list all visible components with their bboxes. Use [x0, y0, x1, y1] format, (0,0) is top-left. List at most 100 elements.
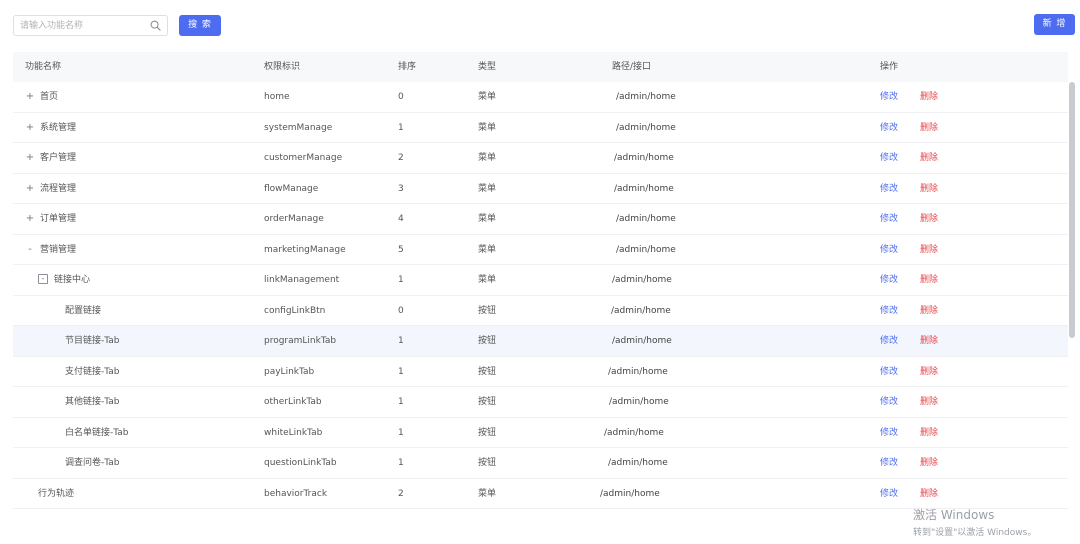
- row-name-cell: + 订单管理: [25, 204, 76, 234]
- table-row[interactable]: + 首页 home 0 菜单/admin/home 修改 删除: [13, 82, 1068, 113]
- row-name-cell: - 链接中心: [38, 265, 90, 295]
- edit-link[interactable]: 修改: [880, 306, 898, 316]
- row-sort: 1: [398, 458, 404, 468]
- add-button[interactable]: 新 增: [1034, 14, 1075, 35]
- delete-link[interactable]: 删除: [920, 306, 938, 316]
- column-header-permission: 权限标识: [264, 62, 301, 72]
- edit-link[interactable]: 修改: [880, 489, 898, 499]
- delete-link[interactable]: 删除: [920, 458, 938, 468]
- table-row[interactable]: - 链接中心 linkManagement 1 菜单/admin/home 修改 删除: [13, 265, 1068, 296]
- row-permission: systemManage: [264, 122, 333, 133]
- expand-icon[interactable]: +: [25, 113, 35, 143]
- row-actions: 修改 删除: [880, 326, 938, 356]
- row-name-cell: 支付链接-Tab: [65, 357, 119, 387]
- table-row[interactable]: 其他链接-Tab otherLinkTab 1 按钮/admin/home 修改 删除: [13, 387, 1068, 418]
- row-name: 其他链接-Tab: [65, 397, 120, 407]
- row-type: 按钮: [478, 305, 497, 316]
- row-type: 菜单: [478, 488, 497, 499]
- delete-link[interactable]: 删除: [920, 92, 938, 102]
- expand-icon[interactable]: +: [25, 143, 35, 173]
- collapse-icon[interactable]: -: [38, 273, 48, 284]
- delete-link[interactable]: 删除: [920, 367, 938, 377]
- row-permission: otherLinkTab: [264, 397, 322, 407]
- delete-link[interactable]: 删除: [920, 153, 938, 163]
- row-path: /admin/home: [600, 488, 660, 499]
- row-name: 链接中心: [54, 275, 91, 285]
- row-name: 系统管理: [40, 122, 77, 133]
- table-row[interactable]: 白名单链接-Tab whiteLinkTab 1 按钮/admin/home 修改 删除: [13, 418, 1068, 448]
- search-icon[interactable]: [150, 20, 161, 31]
- edit-link[interactable]: 修改: [880, 153, 898, 163]
- row-actions: 修改 删除: [880, 418, 938, 448]
- table-row[interactable]: - 营销管理 marketingManage 5 菜单/admin/home 修改 删除: [13, 235, 1068, 265]
- row-path: /admin/home: [616, 122, 676, 133]
- delete-link[interactable]: 删除: [920, 275, 938, 285]
- row-permission: programLinkTab: [264, 336, 337, 346]
- edit-link[interactable]: 修改: [880, 92, 898, 102]
- toolbar: 搜 索 新 增: [0, 0, 1080, 50]
- table-row[interactable]: 调查问卷-Tab questionLinkTab 1 按钮/admin/home 修改 删…: [13, 448, 1068, 479]
- row-path: /admin/home: [609, 397, 669, 407]
- delete-link[interactable]: 删除: [920, 214, 938, 224]
- delete-link[interactable]: 删除: [920, 489, 938, 499]
- row-actions: 修改 删除: [880, 174, 938, 204]
- edit-link[interactable]: 修改: [880, 367, 898, 377]
- row-sort: 1: [398, 427, 404, 438]
- expand-icon[interactable]: +: [25, 204, 35, 234]
- delete-link[interactable]: 删除: [920, 245, 938, 255]
- row-sort: 0: [398, 305, 404, 316]
- table-row[interactable]: + 系统管理 systemManage 1 菜单/admin/home 修改 删除: [13, 113, 1068, 143]
- row-path: /admin/home: [612, 275, 672, 285]
- row-type: 菜单: [478, 214, 497, 224]
- collapse-icon[interactable]: -: [25, 235, 35, 265]
- column-header-path: 路径/接口: [612, 62, 652, 72]
- edit-link[interactable]: 修改: [880, 245, 898, 255]
- row-type: 按钮: [478, 458, 497, 468]
- table-row[interactable]: 行为轨迹 behaviorTrack 2 菜单/admin/home 修改 删除: [13, 479, 1068, 509]
- row-name: 支付链接-Tab: [65, 366, 120, 377]
- delete-link[interactable]: 删除: [920, 428, 938, 438]
- row-name: 客户管理: [40, 153, 77, 163]
- row-type: 菜单: [478, 275, 497, 285]
- row-sort: 1: [398, 122, 404, 133]
- table-row[interactable]: 支付链接-Tab payLinkTab 1 按钮/admin/home 修改 删除: [13, 357, 1068, 387]
- row-type: 按钮: [478, 427, 497, 438]
- table-row[interactable]: + 流程管理 flowManage 3 菜单/admin/home 修改 删除: [13, 174, 1068, 204]
- row-path: /admin/home: [616, 244, 676, 255]
- row-path: /admin/home: [616, 214, 676, 224]
- search-input[interactable]: [20, 18, 144, 33]
- edit-link[interactable]: 修改: [880, 275, 898, 285]
- row-type: 按钮: [478, 397, 497, 407]
- expand-icon[interactable]: +: [25, 174, 35, 204]
- edit-link[interactable]: 修改: [880, 428, 898, 438]
- delete-link[interactable]: 删除: [920, 397, 938, 407]
- edit-link[interactable]: 修改: [880, 336, 898, 346]
- delete-link[interactable]: 删除: [920, 123, 938, 133]
- edit-link[interactable]: 修改: [880, 458, 898, 468]
- row-name-cell: 白名单链接-Tab: [65, 418, 128, 448]
- table-row[interactable]: 节目链接-Tab programLinkTab 1 按钮/admin/home 修改 删除: [13, 326, 1068, 357]
- delete-link[interactable]: 删除: [920, 336, 938, 346]
- row-actions: 修改 删除: [880, 204, 938, 234]
- edit-link[interactable]: 修改: [880, 214, 898, 224]
- table-row[interactable]: + 客户管理 customerManage 2 菜单/admin/home 修改 删除: [13, 143, 1068, 174]
- edit-link[interactable]: 修改: [880, 184, 898, 194]
- delete-link[interactable]: 删除: [920, 184, 938, 194]
- row-actions: 修改 删除: [880, 82, 938, 112]
- expand-icon[interactable]: +: [25, 82, 35, 112]
- table-row[interactable]: 配置链接 configLinkBtn 0 按钮/admin/home 修改 删除: [13, 296, 1068, 326]
- watermark-line2: 转到"设置"以激活 Windows。: [913, 528, 1037, 538]
- table-row[interactable]: + 订单管理 orderManage 4 菜单/admin/home 修改 删除: [13, 204, 1068, 235]
- search-box[interactable]: [13, 15, 168, 36]
- row-path: /admin/home: [612, 336, 672, 346]
- search-button[interactable]: 搜 索: [179, 15, 221, 36]
- row-sort: 1: [398, 397, 404, 407]
- vertical-scrollbar[interactable]: [1069, 82, 1075, 338]
- permission-table: 功能名称 权限标识 排序 类型 路径/接口 操作 + 首页 home 0 菜单/admi…: [13, 52, 1068, 509]
- row-path: /admin/home: [611, 305, 671, 316]
- windows-activation-watermark: 激活 Windows 转到"设置"以激活 Windows。: [913, 506, 1036, 538]
- edit-link[interactable]: 修改: [880, 397, 898, 407]
- row-permission: marketingManage: [264, 244, 346, 255]
- row-type: 按钮: [478, 336, 497, 346]
- edit-link[interactable]: 修改: [880, 123, 898, 133]
